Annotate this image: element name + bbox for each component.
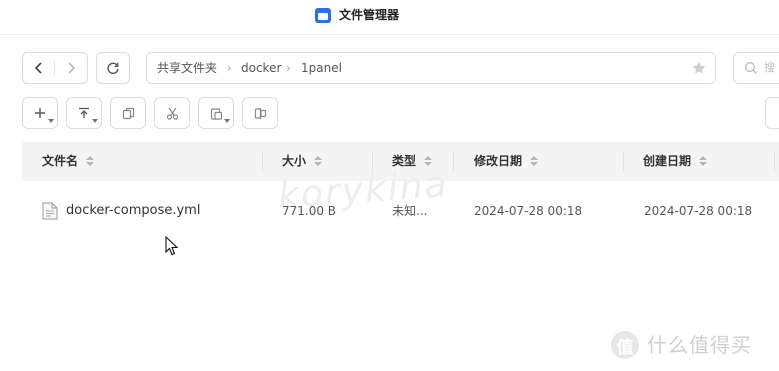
paste-button[interactable] xyxy=(198,97,234,129)
sort-icon xyxy=(699,156,708,166)
scissors-icon xyxy=(166,107,178,120)
breadcrumb-item[interactable]: 1panel xyxy=(301,61,342,75)
search-input[interactable]: 搜 xyxy=(733,52,779,84)
breadcrumb-separator: › xyxy=(227,61,232,75)
file-type: 未知... xyxy=(392,204,428,218)
file-icon xyxy=(42,202,58,220)
move-button[interactable] xyxy=(242,97,278,129)
column-resizer[interactable] xyxy=(453,152,454,172)
create-button[interactable] xyxy=(22,97,58,129)
chevron-right-icon xyxy=(68,62,76,74)
move-icon xyxy=(254,107,266,119)
view-options-button[interactable] xyxy=(765,97,779,129)
window-title: 文件管理器 xyxy=(339,8,400,22)
breadcrumb-item[interactable]: 共享文件夹 xyxy=(157,61,217,75)
upload-icon xyxy=(79,107,89,118)
title-bar: 文件管理器 xyxy=(0,0,779,33)
brand-logo-icon: 值 xyxy=(611,331,639,359)
title-divider xyxy=(0,34,779,35)
file-name[interactable]: docker-compose.yml xyxy=(66,204,200,218)
paste-icon xyxy=(210,107,222,120)
sort-icon xyxy=(530,156,539,166)
star-icon[interactable] xyxy=(691,60,707,76)
file-modified-date: 2024-07-28 00:18 xyxy=(474,204,583,218)
column-header-size[interactable]: 大小 xyxy=(282,154,323,168)
forward-button[interactable] xyxy=(60,56,82,80)
column-label: 文件名 xyxy=(42,154,79,168)
column-label: 大小 xyxy=(282,154,307,168)
refresh-button[interactable] xyxy=(96,52,130,84)
dropdown-caret-icon xyxy=(48,119,54,123)
copy-icon xyxy=(122,107,134,119)
chevron-left-icon xyxy=(34,62,42,74)
path-bar[interactable]: 共享文件夹 › docker › 1panel xyxy=(146,52,716,84)
column-label: 创建日期 xyxy=(643,154,692,168)
column-header-modified[interactable]: 修改日期 xyxy=(474,154,539,168)
sort-icon xyxy=(86,156,95,166)
file-created-date: 2024-07-28 00:18 xyxy=(644,204,753,218)
nav-divider xyxy=(54,60,55,76)
column-label: 修改日期 xyxy=(474,154,523,168)
table-row[interactable]: docker-compose.yml 771.00 B 未知... 2024-0… xyxy=(22,192,779,230)
column-header-name[interactable]: 文件名 xyxy=(42,154,95,168)
brand-text: 什么值得买 xyxy=(647,333,752,357)
search-placeholder: 搜 xyxy=(764,61,775,74)
sort-icon xyxy=(314,156,323,166)
breadcrumb-item[interactable]: docker xyxy=(241,61,281,75)
dropdown-caret-icon xyxy=(224,119,230,123)
copy-button[interactable] xyxy=(110,97,146,129)
search-icon xyxy=(745,62,757,74)
column-resizer[interactable] xyxy=(623,152,624,172)
dropdown-caret-icon xyxy=(92,119,98,123)
plus-icon xyxy=(35,108,45,118)
file-manager-app-icon xyxy=(315,8,331,23)
column-resizer[interactable] xyxy=(262,152,263,172)
column-resizer[interactable] xyxy=(774,152,775,172)
breadcrumb-separator: › xyxy=(286,61,291,75)
upload-button[interactable] xyxy=(66,97,102,129)
refresh-icon xyxy=(107,62,119,74)
file-size: 771.00 B xyxy=(282,204,337,218)
back-button[interactable] xyxy=(28,56,50,80)
mouse-cursor-icon xyxy=(165,236,179,256)
column-header-created[interactable]: 创建日期 xyxy=(643,154,708,168)
cut-button[interactable] xyxy=(154,97,190,129)
